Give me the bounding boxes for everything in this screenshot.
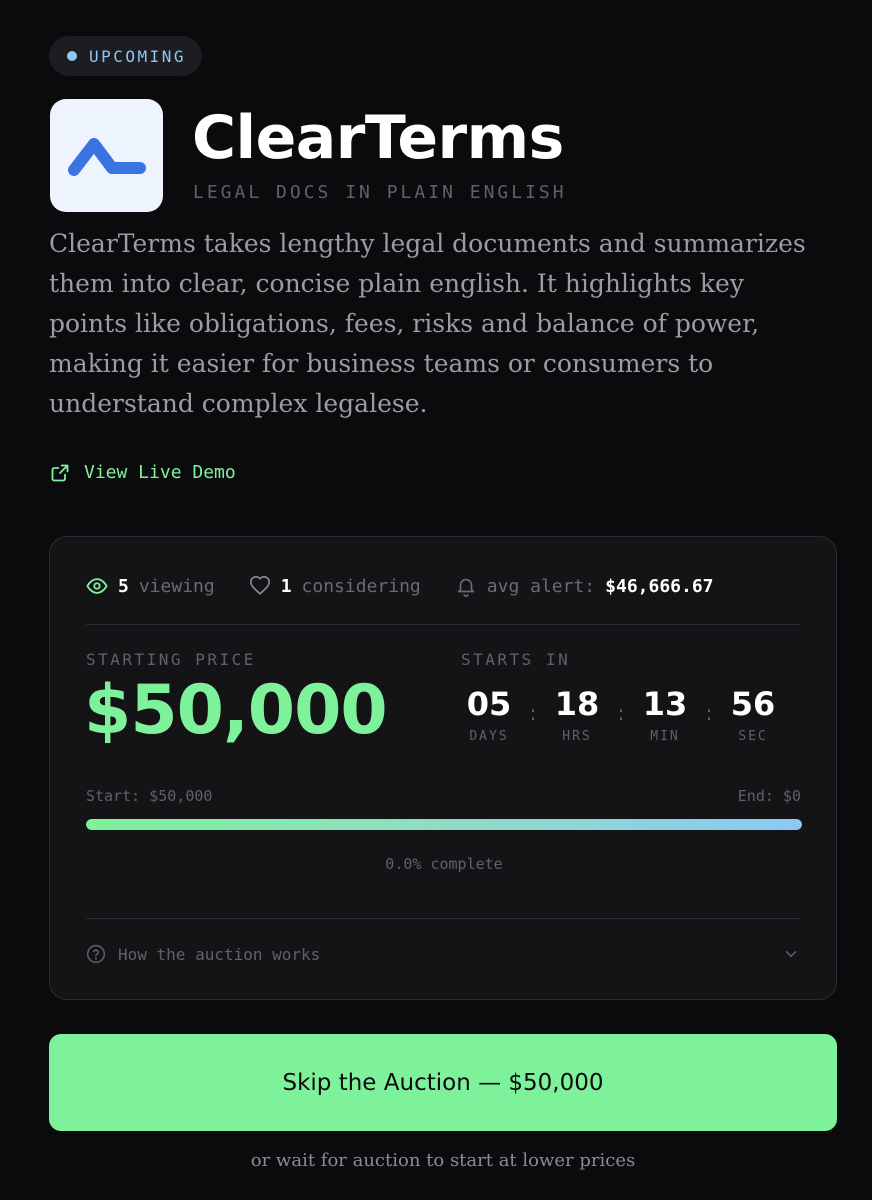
view-live-demo-label: View Live Demo	[84, 462, 236, 483]
countdown-days: 05 DAYS	[461, 685, 517, 744]
viewing-label: viewing	[138, 575, 215, 597]
countdown-separator: :	[529, 701, 537, 725]
product-description: ClearTerms takes lengthy legal documents…	[49, 229, 806, 418]
divider	[86, 918, 800, 919]
divider	[86, 624, 800, 625]
auction-progress-fill	[86, 819, 802, 830]
avg-alert-label: avg alert:	[486, 575, 596, 597]
countdown-timer: 05 DAYS : 18 HRS : 13 MIN : 56 SEC	[461, 685, 781, 744]
countdown-minutes-label: MIN	[650, 729, 680, 744]
viewing-stat: 5 viewing	[86, 575, 215, 597]
countdown-separator: :	[617, 701, 625, 725]
chevron-down-icon	[785, 951, 797, 957]
status-badge: UPCOMING	[49, 36, 202, 76]
alert-stat: avg alert: $46,666.67	[455, 575, 714, 597]
viewing-count: 5	[118, 575, 129, 597]
countdown-seconds-value: 56	[730, 685, 776, 723]
price-range-start: Start: $50,000	[86, 787, 213, 805]
stats-row: 5 viewing 1 considering avg alert: $46,6…	[86, 573, 748, 599]
dot-icon	[67, 51, 77, 61]
considering-label: considering	[301, 575, 421, 597]
external-link-icon	[51, 464, 69, 481]
starting-price-label: STARTING PRICE	[86, 650, 256, 669]
progress-percent-label: 0.0% complete	[385, 855, 503, 873]
countdown-minutes-value: 13	[642, 685, 688, 723]
product-tagline: LEGAL DOCS IN PLAIN ENGLISH	[193, 182, 567, 203]
footnote: or wait for auction to start at lower pr…	[250, 1150, 636, 1171]
status-badge-label: UPCOMING	[89, 46, 187, 66]
countdown-days-label: DAYS	[469, 729, 509, 744]
countdown-separator: :	[705, 701, 713, 725]
countdown-hours: 18 HRS	[549, 685, 605, 744]
countdown-seconds-label: SEC	[738, 729, 768, 744]
skip-auction-button[interactable]: Skip the Auction — $50,000	[49, 1034, 837, 1131]
product-logo	[50, 99, 163, 212]
view-live-demo-link[interactable]: View Live Demo	[50, 462, 236, 483]
question-circle-icon	[86, 944, 106, 964]
auction-card: 5 viewing 1 considering avg alert: $46,6…	[49, 536, 837, 1000]
bell-icon	[457, 578, 474, 597]
countdown-hours-label: HRS	[562, 729, 592, 744]
countdown-hours-value: 18	[554, 685, 600, 723]
considering-stat: 1 considering	[249, 575, 421, 597]
product-title: ClearTerms	[192, 103, 564, 173]
price-range-end: End: $0	[737, 787, 801, 805]
page: UPCOMING ClearTerms LEGAL DOCS IN PLAIN …	[0, 0, 872, 1200]
countdown-seconds: 56 SEC	[725, 685, 781, 744]
auction-progress-bar	[86, 819, 802, 830]
heart-icon	[249, 576, 270, 595]
eye-icon	[86, 578, 108, 594]
starts-in-label: STARTS IN	[461, 650, 571, 669]
considering-count: 1	[280, 575, 292, 597]
countdown-minutes: 13 MIN	[637, 685, 693, 744]
starting-price-value: $50,000	[84, 671, 388, 750]
logo-mark-icon	[67, 137, 146, 176]
avg-alert-value: $46,666.67	[605, 575, 714, 597]
countdown-days-value: 05	[466, 685, 512, 723]
how-auction-works-label: How the auction works	[118, 944, 321, 964]
how-auction-works-toggle[interactable]: How the auction works	[86, 942, 800, 966]
how-auction-works-left: How the auction works	[86, 944, 320, 964]
